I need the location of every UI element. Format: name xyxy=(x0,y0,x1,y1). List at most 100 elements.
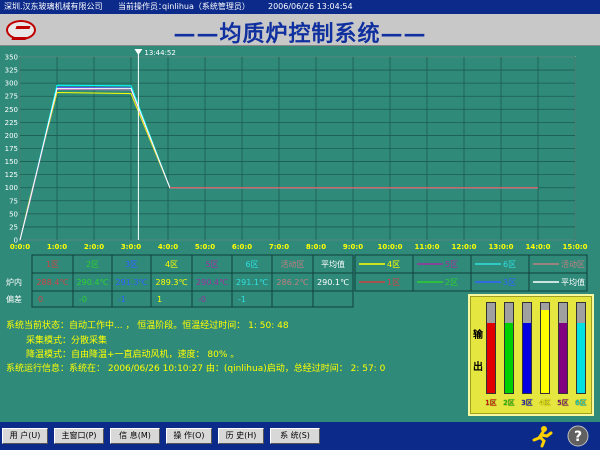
row-label-deviation: 偏差 xyxy=(6,294,22,304)
temperature-chart: 350 325 300 275 250 225 200 175 150 125 100 75 50 25 0… xyxy=(5,49,588,251)
y-tick-label: 200 xyxy=(5,132,18,140)
running-man-icon[interactable] xyxy=(530,424,554,448)
legend-label: 平均值 xyxy=(561,277,585,287)
zone-deviation: 0 xyxy=(38,295,43,304)
output-zone-label: 1区 xyxy=(485,399,497,407)
output-level-fill xyxy=(577,322,585,393)
x-tick-label: 13:0:0 xyxy=(488,243,513,251)
cursor-time-label: 13:44:52 xyxy=(144,49,175,57)
zone-furnace-temp: 289.3℃ xyxy=(156,278,188,287)
cooling-mode-text: 降温模式：自由降温+一直启动风机，速度： 80% 。 xyxy=(26,350,240,360)
zone-header: 活动区 xyxy=(281,259,305,269)
legend-label: 3区 xyxy=(503,278,516,287)
zone-furnace-temp: 290.4℃ xyxy=(77,278,109,287)
y-tick-label: 300 xyxy=(5,80,18,88)
output-tube-4 xyxy=(540,302,550,394)
legend-label: 2区 xyxy=(445,278,458,287)
zone-deviation: -1 xyxy=(118,295,126,304)
y-tick-label: 150 xyxy=(5,158,18,166)
zone-table-cell xyxy=(312,290,354,308)
system-status-text: 系统当前状态：自动工作中... ， 恒温阶段。恒温经过时间： 1: 50: 48 xyxy=(6,321,289,331)
row-label-furnace: 炉内 xyxy=(6,277,22,287)
y-tick-label: 50 xyxy=(9,210,18,218)
x-tick-label: 4:0:0 xyxy=(158,243,178,251)
zone-table-cell xyxy=(271,290,314,308)
x-tick-label: 1:0:0 xyxy=(47,243,67,251)
cursor-marker-icon[interactable] xyxy=(134,49,143,55)
acquisition-mode-text: 采集模式：分散采集 xyxy=(26,336,108,346)
zone-furnace-temp: 286.2℃ xyxy=(277,278,309,287)
x-tick-label: 14:0:0 xyxy=(525,243,550,251)
output-level-fill xyxy=(505,322,513,393)
zone-furnace-temp: 291.3℃ xyxy=(116,278,148,287)
y-tick-label: 325 xyxy=(5,67,18,75)
current-datetime: 2006/06/26 13:04:54 xyxy=(268,2,353,11)
output-zone-label: 2区 xyxy=(503,399,515,407)
svg-text:?: ? xyxy=(574,429,582,445)
y-tick-label: 250 xyxy=(5,106,18,114)
history-button[interactable]: 历 史(H) xyxy=(218,428,264,444)
output-tube-5 xyxy=(558,302,568,394)
operation-button[interactable]: 操 作(O) xyxy=(166,428,212,444)
zone-temperature-table: 1区 2区 3区 4区 5区 6区 活动区 平均值 288.4℃ 290.4℃ 291.3℃ 289.… xyxy=(6,254,354,308)
output-level-fill xyxy=(559,322,567,393)
zone-header: 3区 xyxy=(125,260,138,269)
zone-furnace-temp: 290.1℃ xyxy=(317,278,349,287)
operator-name: qinlihua（系统管理员） xyxy=(162,2,250,11)
main-window-button[interactable]: 主窗口(P) xyxy=(54,428,104,444)
x-tick-label: 15:0:0 xyxy=(562,243,587,251)
output-level-fill xyxy=(487,322,495,393)
zone-deviation: -0 xyxy=(79,295,87,304)
zone-furnace-temp: 288.4℃ xyxy=(37,278,69,287)
zone-deviation: 1 xyxy=(157,295,162,304)
user-button[interactable]: 用 户(U) xyxy=(2,428,48,444)
x-tick-label: 10:0:0 xyxy=(377,243,402,251)
output-level-fill xyxy=(541,310,549,393)
legend-label: 5区 xyxy=(445,260,458,269)
output-panel: 输 出 1区 2区 3区 4区 5区 6区 xyxy=(468,294,594,416)
x-tick-label: 5:0:0 xyxy=(195,243,215,251)
help-icon[interactable]: ? xyxy=(566,424,590,448)
output-zone-label: 6区 xyxy=(575,399,587,407)
y-tick-label: 225 xyxy=(5,119,18,127)
x-tick-label: 12:0:0 xyxy=(451,243,476,251)
zone-deviation: -0 xyxy=(198,295,206,304)
x-tick-label: 0:0:0 xyxy=(10,243,30,251)
zone-header: 2区 xyxy=(86,260,99,269)
chart-y-axis: 3503253002752502252001751501251007550250 xyxy=(5,54,18,245)
x-tick-label: 2:0:0 xyxy=(84,243,104,251)
output-zone-label: 5区 xyxy=(557,399,569,407)
page-title: ——均质炉控制系统—— xyxy=(173,21,427,47)
info-button[interactable]: 信 息(M) xyxy=(110,428,160,444)
x-tick-label: 8:0:0 xyxy=(306,243,326,251)
x-tick-label: 11:0:0 xyxy=(414,243,439,251)
output-tube-2 xyxy=(504,302,514,394)
zone-header: 平均值 xyxy=(321,259,345,269)
zone-deviation: -1 xyxy=(238,295,246,304)
y-tick-label: 175 xyxy=(5,145,18,153)
output-zone-label: 4区 xyxy=(539,399,551,407)
y-tick-label: 275 xyxy=(5,93,18,101)
output-level-fill xyxy=(523,322,531,393)
zone-furnace-temp: 291.1℃ xyxy=(236,278,268,287)
zone-header: 4区 xyxy=(165,260,178,269)
legend-label: 6区 xyxy=(503,260,516,269)
system-button[interactable]: 系 统(S) xyxy=(270,428,320,444)
y-tick-label: 350 xyxy=(5,54,18,62)
zone-header: 6区 xyxy=(245,260,258,269)
company-name: 深圳.汉东玻璃机械有限公司 xyxy=(4,2,103,11)
x-tick-label: 6:0:0 xyxy=(232,243,252,251)
zone-furnace-temp: 290.4℃ xyxy=(196,278,228,287)
output-tube-1 xyxy=(486,302,496,394)
x-tick-label: 7:0:0 xyxy=(269,243,289,251)
top-info-bar: 深圳.汉东玻璃机械有限公司 当前操作员： qinlihua（系统管理员） 200… xyxy=(0,0,600,14)
operator-label: 当前操作员： xyxy=(118,2,166,11)
x-tick-label: 9:0:0 xyxy=(343,243,363,251)
legend-label: 4区 xyxy=(387,260,400,269)
title-bar: ——均质炉控制系统—— xyxy=(0,14,600,47)
chart-x-axis: 0:0:0 1:0:0 2:0:0 3:0:0 4:0:0 5:0:0 6:0:0 7:0:0… xyxy=(10,243,588,251)
x-tick-label: 3:0:0 xyxy=(121,243,141,251)
legend-label: 活动区 xyxy=(561,259,585,269)
legend-label: 1区 xyxy=(387,278,400,287)
output-label-top: 输 xyxy=(473,330,483,341)
